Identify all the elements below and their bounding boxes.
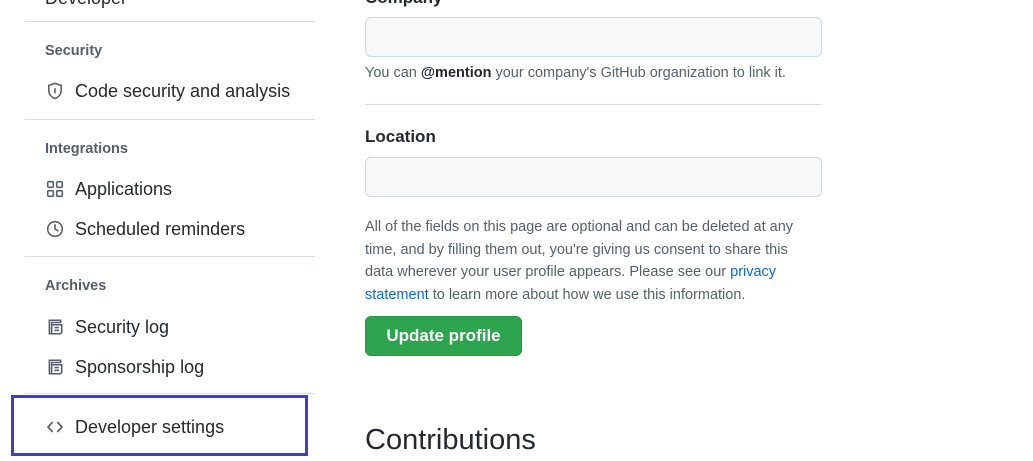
sidebar-divider (25, 21, 315, 22)
sidebar-divider (25, 256, 315, 257)
sidebar-item-cut-off[interactable]: Developer (45, 0, 127, 9)
sidebar-item-code-security[interactable]: Code security and analysis (45, 78, 290, 104)
sidebar-item-label: Applications (75, 178, 173, 199)
location-field[interactable] (365, 157, 822, 197)
sidebar-divider (25, 393, 315, 394)
sidebar-divider (25, 119, 315, 120)
note-text: your company's GitHub organization to li… (491, 65, 786, 81)
location-label: Location (365, 127, 436, 146)
apps-grid-icon (45, 179, 65, 199)
log-icon (45, 317, 65, 337)
mention-text: @mention (420, 65, 492, 81)
disclaimer-text: All of the fields on this page are optio… (365, 219, 794, 280)
company-label: Company (365, 0, 442, 8)
note-text: You can (365, 65, 421, 81)
sidebar-item-developer-settings[interactable]: Developer settings (45, 414, 224, 440)
optional-fields-disclaimer: All of the fields on this page are optio… (365, 216, 817, 306)
settings-sidebar: Developer Security Code security and ana… (0, 0, 320, 461)
update-profile-button[interactable]: Update profile (365, 316, 522, 356)
company-note: You can @mention your company's GitHub o… (365, 62, 786, 85)
form-divider (365, 104, 822, 105)
sidebar-item-label: Sponsorship log (75, 356, 205, 377)
settings-page: Developer Security Code security and ana… (0, 0, 1033, 461)
sidebar-item-sponsorship-log[interactable]: Sponsorship log (45, 354, 204, 380)
company-field[interactable] (365, 17, 822, 57)
contributions-heading: Contributions (365, 424, 536, 456)
profile-form: Company You can @mention your company's … (365, 0, 822, 461)
sidebar-item-label: Security log (75, 316, 170, 337)
sidebar-item-label: Scheduled reminders (75, 218, 246, 239)
section-header-archives: Archives (45, 278, 107, 294)
sidebar-item-label: Code security and analysis (75, 80, 291, 101)
sidebar-item-security-log[interactable]: Security log (45, 314, 169, 340)
code-icon (45, 417, 65, 437)
section-header-security: Security (45, 43, 103, 59)
clock-icon (45, 219, 65, 239)
sidebar-item-label: Developer settings (75, 416, 225, 437)
section-header-integrations: Integrations (45, 141, 128, 157)
disclaimer-text: to learn more about how we use this info… (428, 286, 746, 303)
log-icon (45, 357, 65, 377)
sidebar-item-applications[interactable]: Applications (45, 176, 172, 202)
shield-lock-icon (45, 81, 65, 101)
sidebar-item-scheduled-reminders[interactable]: Scheduled reminders (45, 216, 245, 242)
